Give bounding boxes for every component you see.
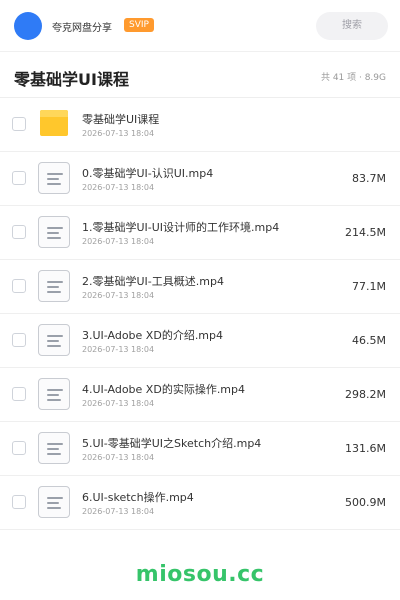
file-name[interactable]: 4.UI-Adobe XD的实际操作.mp4 xyxy=(82,381,245,397)
file-name[interactable]: 0.零基础学UI-认识UI.mp4 xyxy=(82,165,213,181)
select-checkbox[interactable] xyxy=(12,387,26,401)
watermark: miosou.cc xyxy=(135,562,265,587)
file-date: 2026-07-13 18:04 xyxy=(82,129,155,138)
page-title: 零基础学UI课程 xyxy=(14,70,129,89)
file-size: 500.9M xyxy=(345,496,386,509)
file-date: 2026-07-13 18:04 xyxy=(82,399,155,408)
list-item[interactable]: 5.UI-零基础学UI之Sketch介绍.mp4 2026-07-13 18:0… xyxy=(0,422,400,476)
list-item[interactable]: 零基础学UI课程 2026-07-13 18:04 xyxy=(0,98,400,152)
avatar[interactable] xyxy=(14,12,42,40)
file-date: 2026-07-13 18:04 xyxy=(82,345,155,354)
select-checkbox[interactable] xyxy=(12,495,26,509)
file-name[interactable]: 2.零基础学UI-工具概述.mp4 xyxy=(82,273,224,289)
file-date: 2026-07-13 18:04 xyxy=(82,453,155,462)
file-icon xyxy=(38,486,70,518)
select-checkbox[interactable] xyxy=(12,333,26,347)
file-icon xyxy=(38,216,70,248)
file-size: 131.6M xyxy=(345,442,386,455)
select-checkbox[interactable] xyxy=(12,117,26,131)
file-name[interactable]: 6.UI-sketch操作.mp4 xyxy=(82,489,194,505)
svip-badge: SVIP xyxy=(124,18,154,32)
folder-meta: 共 41 项 · 8.9G xyxy=(320,73,386,83)
search-button[interactable]: 搜索 xyxy=(316,12,388,40)
list-item[interactable]: 4.UI-Adobe XD的实际操作.mp4 2026-07-13 18:04 … xyxy=(0,368,400,422)
file-icon xyxy=(38,324,70,356)
select-checkbox[interactable] xyxy=(12,279,26,293)
file-list: 零基础学UI课程 2026-07-13 18:04 0.零基础学UI-认识UI.… xyxy=(0,98,400,530)
file-size: 214.5M xyxy=(345,226,386,239)
list-item[interactable]: 2.零基础学UI-工具概述.mp4 2026-07-13 18:04 77.1M xyxy=(0,260,400,314)
share-title: 夸克网盘分享 xyxy=(52,23,112,34)
file-size: 77.1M xyxy=(352,280,386,293)
top-bar: 夸克网盘分享 SVIP 搜索 xyxy=(0,0,400,52)
file-date: 2026-07-13 18:04 xyxy=(82,237,155,246)
select-checkbox[interactable] xyxy=(12,171,26,185)
file-date: 2026-07-13 18:04 xyxy=(82,291,155,300)
select-checkbox[interactable] xyxy=(12,441,26,455)
folder-icon xyxy=(38,108,70,140)
file-icon xyxy=(38,432,70,464)
file-name[interactable]: 1.零基础学UI-UI设计师的工作环境.mp4 xyxy=(82,219,279,235)
file-date: 2026-07-13 18:04 xyxy=(82,183,155,192)
file-icon xyxy=(38,270,70,302)
file-name[interactable]: 3.UI-Adobe XD的介绍.mp4 xyxy=(82,327,223,343)
folder-header: 零基础学UI课程 共 41 项 · 8.9G xyxy=(0,52,400,98)
list-item[interactable]: 1.零基础学UI-UI设计师的工作环境.mp4 2026-07-13 18:04… xyxy=(0,206,400,260)
file-icon xyxy=(38,378,70,410)
list-item[interactable]: 3.UI-Adobe XD的介绍.mp4 2026-07-13 18:04 46… xyxy=(0,314,400,368)
file-name[interactable]: 零基础学UI课程 xyxy=(82,111,159,127)
file-size: 46.5M xyxy=(352,334,386,347)
file-size: 83.7M xyxy=(352,172,386,185)
file-size: 298.2M xyxy=(345,388,386,401)
file-name[interactable]: 5.UI-零基础学UI之Sketch介绍.mp4 xyxy=(82,435,261,451)
file-icon xyxy=(38,162,70,194)
file-date: 2026-07-13 18:04 xyxy=(82,507,155,516)
list-item[interactable]: 6.UI-sketch操作.mp4 2026-07-13 18:04 500.9… xyxy=(0,476,400,530)
list-item[interactable]: 0.零基础学UI-认识UI.mp4 2026-07-13 18:04 83.7M xyxy=(0,152,400,206)
select-checkbox[interactable] xyxy=(12,225,26,239)
